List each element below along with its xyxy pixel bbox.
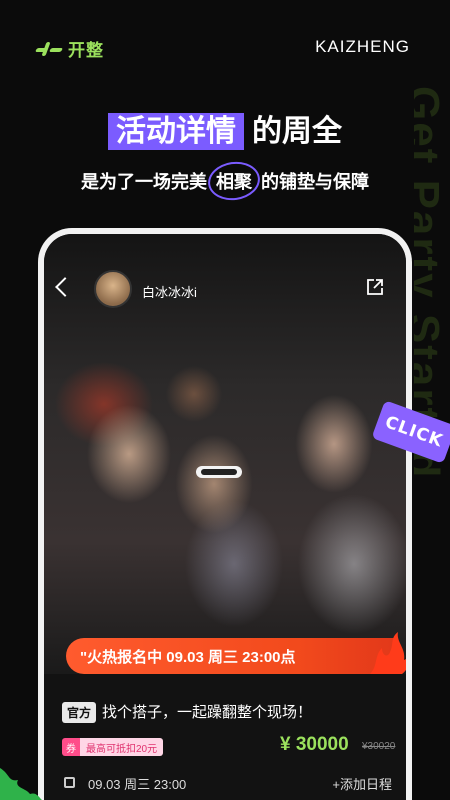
subline-before: 是为了一场完美: [80, 172, 207, 192]
add-calendar-button[interactable]: +添加日程: [332, 774, 392, 793]
official-tag: 官方: [62, 702, 97, 723]
username[interactable]: 白冰冰冰i: [142, 282, 197, 301]
brand-english: KAIZHENG: [315, 37, 410, 56]
coupon-badge[interactable]: 券 最高可抵扣20元: [62, 738, 164, 756]
headline-rest: 的周全: [252, 115, 342, 148]
headline: 活动详情 的周全: [0, 106, 450, 150]
subline-circled: 相聚: [212, 168, 256, 194]
brand-logo: 开整: [34, 36, 104, 61]
share-icon[interactable]: [366, 278, 384, 296]
subline-after: 的铺垫与保障: [261, 172, 370, 192]
original-price: ¥30020: [362, 741, 396, 752]
price: ¥ 30000: [280, 734, 349, 755]
avatar[interactable]: [94, 270, 132, 308]
logo-icon: [34, 41, 64, 56]
headline-highlight: 活动详情: [108, 113, 244, 150]
flame-icon: [370, 632, 406, 678]
photo-detail: [196, 466, 242, 478]
event-title: 找个搭子，一起躁翻整个现场！: [102, 704, 313, 721]
registration-banner[interactable]: "火热报名中 09.03 周三 23:00点: [66, 632, 406, 678]
coupon-text: 最高可抵扣20元: [80, 738, 164, 756]
subheadline: 是为了一场完美 相聚 的铺垫与保障: [0, 168, 450, 194]
event-card[interactable]: 官方 找个搭子，一起躁翻整个现场！ 券 最高可抵扣20元 ¥ 30000 ¥30…: [44, 674, 406, 800]
calendar-icon: [64, 777, 75, 788]
banner-text: "火热报名中 09.03 周三 23:00点: [80, 648, 296, 666]
coupon-icon: 券: [62, 738, 80, 756]
leaf-decoration-icon: [0, 768, 42, 800]
event-date: 09.03 周三 23:00: [88, 777, 187, 792]
phone-mockup: 白冰冰冰i "火热报名中 09.03 周三 23:00点 官方 找个搭子，一起躁…: [38, 228, 412, 800]
brand-name: 开整: [68, 41, 104, 60]
